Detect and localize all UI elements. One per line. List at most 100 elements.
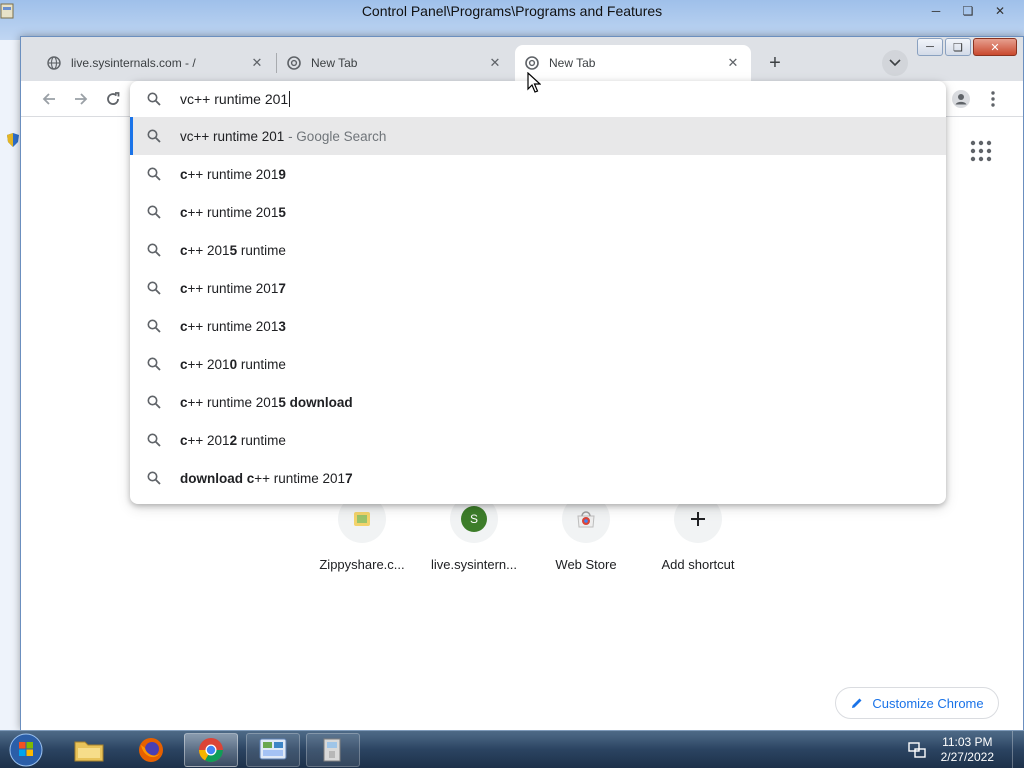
minimize-button[interactable]: ─: [922, 1, 950, 21]
tab-title: New Tab: [549, 56, 596, 70]
suggestion-text: c++ runtime 2019: [180, 166, 286, 182]
arrow-left-icon: [42, 93, 55, 105]
suggestion-item[interactable]: download c++ runtime 2017: [130, 459, 946, 497]
globe-icon: [47, 56, 61, 70]
taskbar: 11:03 PM 2/27/2022: [0, 730, 1024, 768]
search-icon: [147, 471, 161, 485]
letter-s-icon: S: [461, 506, 487, 532]
taskbar-chrome[interactable]: [184, 733, 238, 767]
plus-icon: [691, 512, 705, 526]
control-panel-icon: [259, 738, 287, 760]
chevron-down-icon: [889, 59, 901, 67]
new-tab-button[interactable]: +: [762, 50, 788, 76]
search-icon: [147, 167, 161, 181]
profile-button[interactable]: [949, 87, 973, 111]
suggestion-item[interactable]: c++ 2015 runtime: [130, 231, 946, 269]
suggestion-item[interactable]: c++ runtime 2017: [130, 269, 946, 307]
search-icon: [147, 281, 161, 295]
suggestion-text: c++ runtime 2015: [180, 204, 286, 220]
suggestion-item[interactable]: vc++ runtime 201 - Google Search: [130, 117, 946, 155]
shortcut-add[interactable]: Add shortcut: [642, 495, 754, 595]
firefox-icon: [139, 738, 163, 762]
customize-chrome-button[interactable]: Customize Chrome: [835, 687, 999, 719]
chrome-icon: [525, 56, 539, 70]
omnibox-dropdown: vc++ runtime 201 vc++ runtime 201 - Goog…: [130, 81, 946, 504]
folder-icon: [74, 741, 104, 762]
suggestion-text: download c++ runtime 2017: [180, 470, 353, 486]
search-icon: [147, 395, 161, 409]
tab-sysinternals[interactable]: live.sysinternals.com - / ✕: [37, 45, 275, 81]
shield-icon: [7, 133, 19, 147]
background-window-title: Control Panel\Programs\Programs and Feat…: [361, 3, 663, 19]
network-icon[interactable]: [907, 741, 927, 759]
tab-strip: live.sysinternals.com - / ✕ New Tab ✕ Ne…: [21, 37, 1023, 81]
shortcut-zippyshare[interactable]: Zippyshare.c...: [306, 495, 418, 595]
suggestion-list: vc++ runtime 201 - Google Search c++ runt…: [130, 117, 946, 497]
suggestion-item[interactable]: c++ runtime 2013: [130, 307, 946, 345]
suggestion-text: c++ 2015 runtime: [180, 242, 286, 258]
search-icon: [147, 357, 161, 371]
tab-title: New Tab: [311, 56, 358, 70]
shortcut-label: Zippyshare.c...: [319, 557, 405, 572]
windows-logo-icon: [9, 733, 43, 767]
close-tab-icon[interactable]: ✕: [487, 55, 503, 71]
restore-button[interactable]: ❏: [945, 38, 971, 56]
zippyshare-icon: [354, 512, 370, 526]
taskbar-explorer[interactable]: [62, 733, 116, 767]
shortcut-label: Web Store: [555, 557, 617, 572]
close-tab-icon[interactable]: ✕: [249, 55, 265, 71]
background-window-controls: ─ ❏ ✕: [922, 1, 1014, 21]
more-vert-icon: [991, 91, 995, 107]
shortcut-web-store[interactable]: Web Store: [530, 495, 642, 595]
search-icon: [147, 129, 161, 143]
text-caret: [289, 90, 291, 107]
show-desktop-button[interactable]: [1012, 731, 1024, 768]
taskbar-control-panel[interactable]: [246, 733, 300, 767]
installer-icon: [323, 738, 341, 762]
close-tab-icon[interactable]: ✕: [725, 55, 741, 71]
tab-new-tab[interactable]: New Tab ✕: [277, 45, 513, 81]
close-button[interactable]: ✕: [986, 1, 1014, 21]
tab-new-tab-active[interactable]: New Tab ✕: [515, 45, 751, 81]
mouse-cursor-icon: [527, 72, 541, 93]
suggestion-item[interactable]: c++ runtime 2019: [130, 155, 946, 193]
clock[interactable]: 11:03 PM 2/27/2022: [941, 735, 994, 765]
forward-button[interactable]: [69, 87, 93, 111]
search-icon: [147, 319, 161, 333]
restore-button[interactable]: ❏: [954, 1, 982, 21]
shortcut-label: Add shortcut: [661, 557, 735, 572]
system-tray: 11:03 PM 2/27/2022: [907, 731, 1024, 768]
suggestion-text: c++ 2012 runtime: [180, 432, 286, 448]
back-button[interactable]: [37, 87, 61, 111]
search-icon: [147, 205, 161, 219]
search-icon: [147, 92, 161, 106]
shortcuts-row: Zippyshare.c... S live.sysintern... Web …: [306, 495, 754, 595]
person-icon: [952, 90, 970, 108]
shortcut-sysinternals[interactable]: S live.sysintern...: [418, 495, 530, 595]
reload-icon: [107, 92, 120, 105]
clock-time: 11:03 PM: [942, 735, 993, 749]
taskbar-firefox[interactable]: [124, 733, 178, 767]
reload-button[interactable]: [101, 87, 125, 111]
chrome-menu-button[interactable]: [983, 87, 1003, 111]
tab-search-button[interactable]: [882, 50, 908, 76]
chrome-icon: [287, 56, 301, 70]
suggestion-item[interactable]: c++ runtime 2015: [130, 193, 946, 231]
taskbar-installer[interactable]: [306, 733, 360, 767]
search-icon: [147, 433, 161, 447]
chrome-window: live.sysinternals.com - / ✕ New Tab ✕ Ne…: [20, 36, 1024, 731]
chrome-icon: [199, 738, 223, 763]
omnibox-input[interactable]: vc++ runtime 201: [180, 90, 291, 107]
pencil-icon: [852, 698, 862, 708]
minimize-button[interactable]: ─: [917, 38, 943, 56]
customize-chrome-label: Customize Chrome: [872, 695, 984, 711]
tab-title: live.sysinternals.com - /: [71, 56, 196, 70]
close-button[interactable]: ✕: [973, 38, 1017, 56]
suggestion-item[interactable]: c++ 2010 runtime: [130, 345, 946, 383]
suggestion-item[interactable]: c++ runtime 2015 download: [130, 383, 946, 421]
suggestion-text: vc++ runtime 201 - Google Search: [180, 128, 387, 144]
apps-grid-icon[interactable]: [969, 139, 993, 163]
search-icon: [147, 243, 161, 257]
suggestion-item[interactable]: c++ 2012 runtime: [130, 421, 946, 459]
start-button[interactable]: [4, 732, 48, 768]
